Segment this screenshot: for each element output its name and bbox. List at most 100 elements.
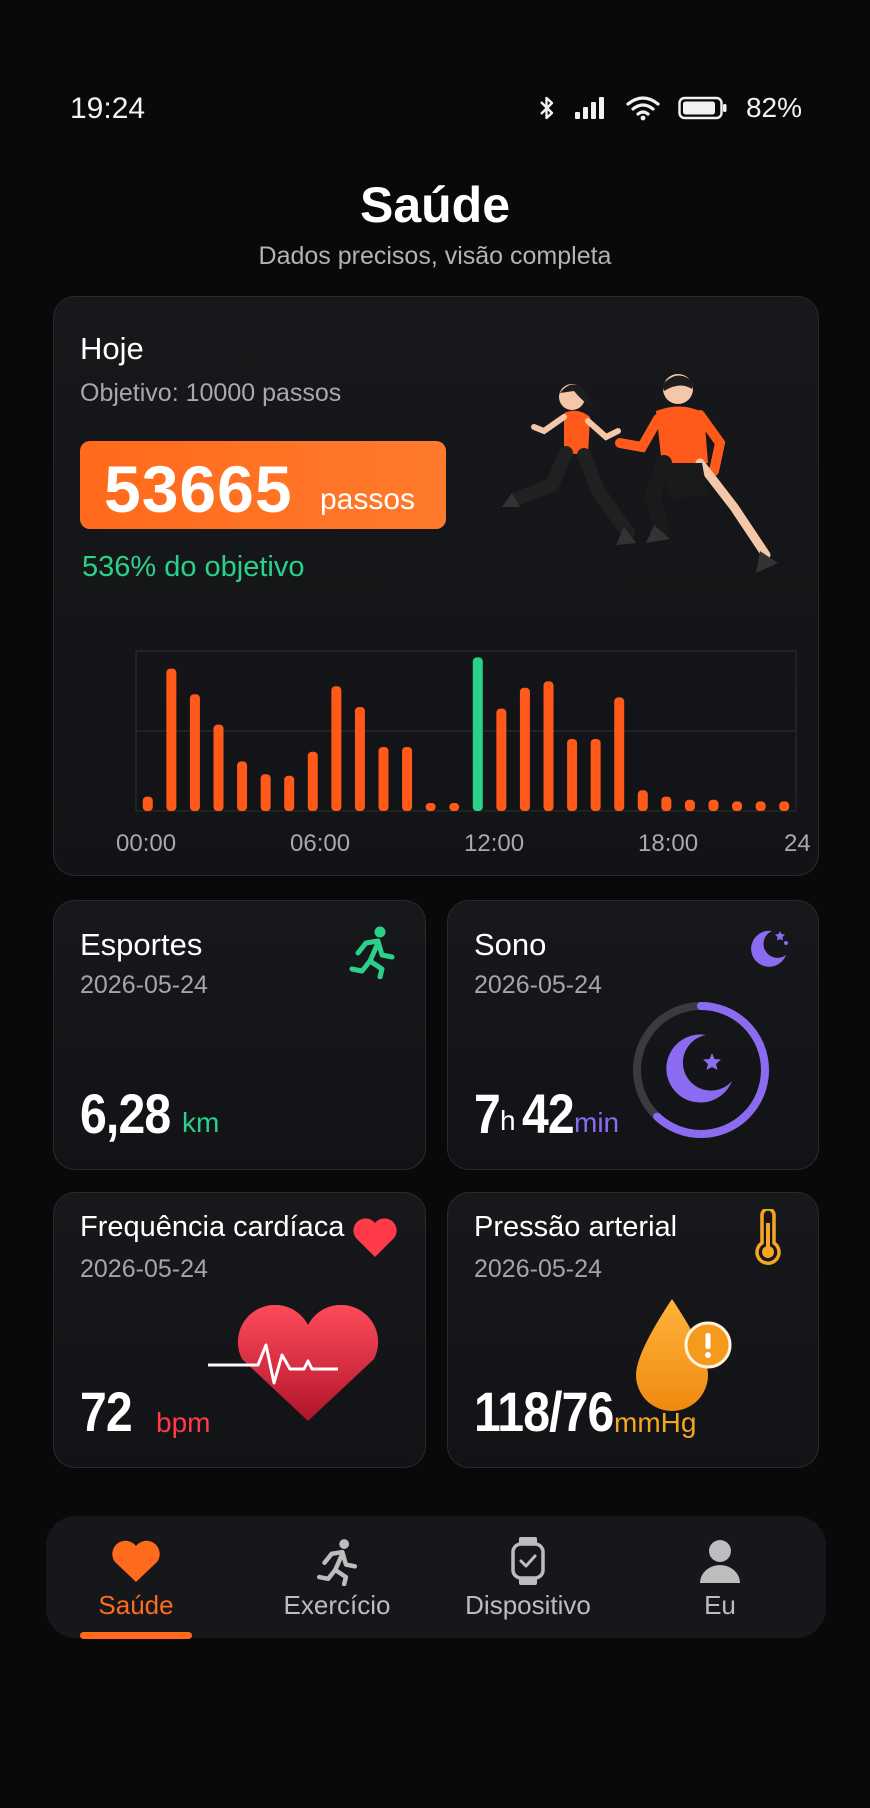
moon-icon xyxy=(751,930,788,967)
chart-bar xyxy=(732,801,743,811)
sleep-card[interactable]: Sono 2026-05-24 7 h 42 min xyxy=(447,900,819,1170)
chart-bar xyxy=(519,687,530,811)
chart-bar xyxy=(567,739,578,811)
status-time: 19:24 xyxy=(70,92,146,125)
sleep-moon-illustration xyxy=(666,1034,732,1103)
status-icons: 82% xyxy=(538,92,802,124)
chart-bar xyxy=(449,803,460,811)
bottom-nav: Saúde Exercício Dispositivo Eu xyxy=(46,1516,826,1639)
chart-bar xyxy=(378,747,389,811)
chart-bar xyxy=(166,668,177,811)
heart-unit: bpm xyxy=(156,1407,211,1438)
nav-item-saude[interactable]: Saúde xyxy=(86,1516,186,1638)
user-icon xyxy=(698,1536,742,1586)
chart-bar xyxy=(213,724,224,811)
nav-item-dispositivo[interactable]: Dispositivo xyxy=(464,1516,592,1638)
runners-illustration xyxy=(502,374,778,573)
nav-label: Dispositivo xyxy=(465,1590,591,1620)
today-title: Hoje xyxy=(80,331,144,366)
pressure-unit: mmHg xyxy=(614,1407,697,1438)
x-tick-label: 06:00 xyxy=(290,830,350,857)
x-tick-label: 18:00 xyxy=(638,830,698,857)
nav-label: Exercício xyxy=(283,1590,391,1620)
x-tick-label: 12:00 xyxy=(464,830,524,857)
chart-bar xyxy=(637,790,648,811)
battery-icon xyxy=(678,96,727,120)
nav-item-exercicio[interactable]: Exercício xyxy=(282,1516,392,1638)
nav-label: Eu xyxy=(704,1590,736,1620)
chart-bar xyxy=(237,761,248,811)
heart-icon xyxy=(109,1536,163,1586)
sports-unit: km xyxy=(182,1107,220,1138)
thermometer-icon xyxy=(755,1209,781,1265)
chart-bar xyxy=(425,803,436,811)
goal-text: Objetivo: 10000 passos xyxy=(80,379,341,408)
goal-percent: 536% do objetivo xyxy=(82,551,305,583)
pressure-value: 118/76 xyxy=(474,1380,614,1443)
chart-bar xyxy=(307,751,318,811)
x-tick-label: 24:00 xyxy=(784,830,810,857)
goal-value: 10000 passos xyxy=(185,379,342,407)
x-tick-label: 00:00 xyxy=(116,830,176,857)
chart-bar xyxy=(779,801,790,811)
signal-icon xyxy=(574,97,604,119)
heart-value: 72 xyxy=(80,1380,133,1443)
chart-bar xyxy=(708,799,719,811)
today-steps-card[interactable]: Hoje Objetivo: 10000 passos 53665 passos… xyxy=(53,296,819,876)
running-icon xyxy=(311,1536,363,1586)
steps-unit: passos xyxy=(320,483,416,516)
running-icon xyxy=(349,926,395,979)
sleep-title: Sono xyxy=(474,927,547,962)
chart-bar xyxy=(260,774,271,811)
heart-date: 2026-05-24 xyxy=(80,1255,208,1283)
nav-item-eu[interactable]: Eu xyxy=(690,1516,750,1638)
status-bar: 19:24 82% xyxy=(0,88,870,128)
goal-label: Objetivo: xyxy=(80,379,179,407)
sleep-ring xyxy=(633,1002,769,1138)
watch-icon xyxy=(508,1536,548,1586)
nav-active-indicator xyxy=(80,1632,192,1639)
sports-value: 6,28 xyxy=(80,1082,171,1145)
heart-title: Frequência cardíaca xyxy=(80,1211,345,1243)
page-title: Saúde xyxy=(359,177,511,233)
blood-pressure-card[interactable]: Pressão arterial 2026-05-24 118/76 mmHg xyxy=(447,1192,819,1468)
chart-bar xyxy=(331,686,342,811)
sports-card[interactable]: Esportes 2026-05-24 6,28 km xyxy=(53,900,426,1170)
chart-bar xyxy=(755,801,766,811)
steps-value: 53665 xyxy=(104,452,293,526)
page-subtitle: Dados precisos, visão completa xyxy=(258,242,612,270)
steps-pill: 53665 passos xyxy=(80,441,446,529)
chart-bar xyxy=(354,707,365,811)
chart-bar xyxy=(284,775,295,811)
woman-runner-figure xyxy=(502,384,636,545)
sports-title: Esportes xyxy=(80,927,203,962)
blood-drop-illustration xyxy=(636,1299,732,1411)
man-runner-figure xyxy=(615,374,778,573)
chart-bar xyxy=(590,739,601,811)
chart-bar xyxy=(142,796,153,811)
sleep-hours-unit: h xyxy=(500,1105,516,1136)
chart-bar xyxy=(661,796,672,811)
battery-percent: 82% xyxy=(745,92,802,123)
sleep-minutes-unit: min xyxy=(574,1107,620,1138)
pressure-date: 2026-05-24 xyxy=(474,1255,602,1283)
chart-bar xyxy=(189,694,200,811)
sports-date: 2026-05-24 xyxy=(80,971,208,999)
nav-label: Saúde xyxy=(98,1590,174,1620)
chart-bar xyxy=(402,747,413,811)
chart-bar xyxy=(543,681,554,811)
sleep-minutes: 42 xyxy=(522,1082,575,1145)
heart-rate-card[interactable]: Frequência cardíaca 2026-05-24 72 bpm xyxy=(53,1192,426,1468)
heart-icon xyxy=(353,1218,397,1257)
chart-bar xyxy=(684,799,695,811)
steps-chart: 10k5k000:0006:0012:0018:0024:00 xyxy=(116,650,810,857)
bluetooth-icon xyxy=(540,96,554,120)
pressure-title: Pressão arterial xyxy=(474,1211,678,1243)
chart-bar-highlight xyxy=(472,657,483,811)
heart-pulse-illustration xyxy=(208,1305,379,1421)
chart-bar xyxy=(496,708,507,811)
wifi-icon xyxy=(626,96,660,121)
sleep-hours: 7 xyxy=(474,1082,501,1145)
sleep-date: 2026-05-24 xyxy=(474,971,602,999)
chart-bar xyxy=(614,697,625,811)
